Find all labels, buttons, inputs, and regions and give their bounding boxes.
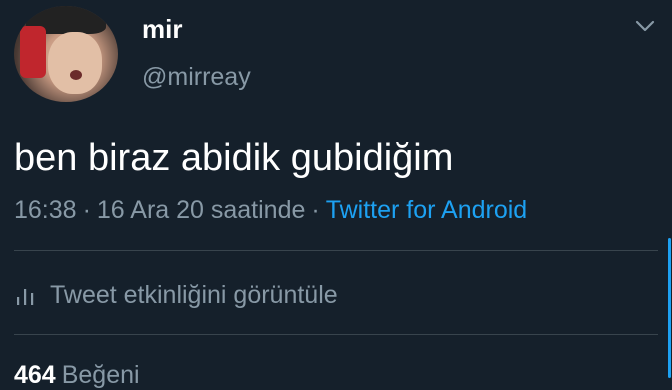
activity-label: Tweet etkinliğini görüntüle — [50, 280, 338, 309]
avatar[interactable] — [14, 6, 118, 102]
scrollbar[interactable] — [668, 238, 671, 378]
avatar-mouth — [70, 70, 82, 80]
divider — [14, 250, 658, 251]
avatar-face — [48, 32, 102, 94]
tweet-date: 16 Ara 20 saatinde — [96, 196, 306, 224]
avatar-cup — [20, 26, 46, 78]
author-name[interactable]: mir — [142, 14, 182, 44]
tweet-meta: 16:38 · 16 Ara 20 saatinde · Twitter for And… — [14, 194, 527, 226]
chevron-down-icon[interactable] — [634, 16, 656, 36]
meta-separator: · — [82, 196, 91, 224]
likes-label: Beğeni — [61, 361, 140, 389]
likes-stat[interactable]: 464 Beğeni — [14, 360, 140, 390]
author-handle[interactable]: @mirreay — [142, 62, 251, 92]
likes-count: 464 — [14, 361, 56, 389]
tweet-time: 16:38 — [14, 196, 77, 224]
bar-chart-icon — [17, 289, 34, 305]
tweet-text: ben biraz abidik gubidiğim — [14, 137, 454, 179]
view-tweet-activity-link[interactable]: Tweet etkinliğini görüntüle — [14, 278, 338, 312]
divider — [14, 334, 658, 335]
tweet-source-link[interactable]: Twitter for Android — [326, 196, 527, 224]
meta-separator: · — [311, 196, 320, 224]
tweet-detail: mir @mirreay ben biraz abidik gubidiğim … — [0, 0, 672, 389]
